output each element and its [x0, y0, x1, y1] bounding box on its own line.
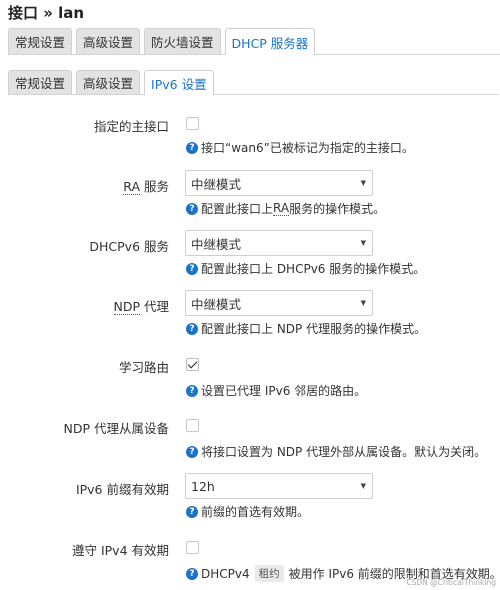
question-circle-icon: ?	[186, 141, 198, 154]
ndp-abbr: NDP	[113, 299, 141, 315]
top-tab-bar: 常规设置 高级设置 防火墙设置 DHCP 服务器	[8, 28, 500, 55]
designated-master-help: ? 接口“wan6”已被标记为指定的主接口。	[186, 139, 414, 156]
question-circle-icon: ?	[186, 202, 198, 215]
ndp-proxy-value: 中继模式	[191, 296, 242, 312]
lease-tag: 租约	[254, 565, 284, 582]
question-circle-icon: ?	[186, 505, 198, 518]
question-circle-icon: ?	[186, 445, 198, 458]
designated-master-label: 指定的主接口	[93, 119, 169, 134]
dhcpv6-service-help-text: 配置此接口上 DHCPv6 服务的操作模式。	[201, 262, 426, 276]
follow-ipv4-lifetime-label: 遵守 IPv4 有效期	[71, 543, 169, 558]
ndp-proxy-select[interactable]: 中继模式 ▼	[185, 290, 373, 316]
ipv6-prefix-lifetime-help-text: 前缀的首选有效期。	[201, 505, 310, 519]
ra-service-value: 中继模式	[191, 176, 242, 192]
watermark: CSDN @CriticalThinking	[406, 578, 496, 587]
dhcpv6-service-label: DHCPv6 服务	[89, 239, 169, 254]
dhcpv6-service-help: ? 配置此接口上 DHCPv6 服务的操作模式。	[186, 260, 425, 277]
ipv6-prefix-lifetime-value: 12h	[191, 478, 215, 494]
ndp-slave-help: ? 将接口设置为 NDP 代理外部从属设备。默认为关闭。	[186, 443, 486, 460]
subtab-ipv6[interactable]: IPv6 设置	[144, 70, 214, 95]
tab-general[interactable]: 常规设置	[8, 28, 73, 54]
ndp-slave-help-text: 将接口设置为 NDP 代理外部从属设备。默认为关闭。	[201, 445, 487, 459]
question-circle-icon: ?	[186, 384, 198, 397]
follow-ipv4-lifetime-checkbox[interactable]	[186, 541, 199, 554]
follow-ipv4-lifetime-help-pre: DHCPv4	[201, 566, 250, 581]
designated-master-help-text: 接口“wan6”已被标记为指定的主接口。	[201, 141, 414, 155]
learn-routes-help-text: 设置已代理 IPv6 邻居的路由。	[201, 384, 367, 398]
learn-routes-label: 学习路由	[118, 360, 169, 375]
dhcpv6-service-select[interactable]: 中继模式 ▼	[185, 230, 373, 256]
caret-down-icon: ▼	[360, 299, 366, 307]
tab-advanced[interactable]: 高级设置	[76, 28, 141, 54]
ipv6-prefix-lifetime-help: ? 前缀的首选有效期。	[186, 503, 309, 520]
tab-firewall[interactable]: 防火墙设置	[144, 28, 221, 54]
ra-service-help-post: 服务的操作模式。	[289, 202, 386, 216]
ra-help-abbr: RA	[273, 201, 290, 216]
caret-down-icon: ▼	[360, 482, 366, 490]
sub-tab-bar: 常规设置 高级设置 IPv6 设置	[8, 70, 499, 95]
ra-abbr: RA	[123, 179, 141, 195]
learn-routes-checkbox[interactable]	[186, 358, 199, 371]
caret-down-icon: ▼	[360, 239, 366, 247]
ra-service-label-text: 服务	[140, 179, 169, 194]
ndp-proxy-help: ? 配置此接口上 NDP 代理服务的操作模式。	[186, 320, 426, 337]
ra-service-label: RA 服务	[123, 176, 169, 195]
ipv6-prefix-lifetime-select[interactable]: 12h ▼	[185, 473, 373, 499]
subtab-advanced[interactable]: 高级设置	[76, 70, 141, 94]
question-circle-icon: ?	[186, 262, 198, 275]
ipv6-prefix-lifetime-label: IPv6 前缀有效期	[75, 482, 169, 497]
ndp-slave-checkbox[interactable]	[186, 419, 199, 432]
designated-master-checkbox[interactable]	[186, 117, 199, 130]
caret-down-icon: ▼	[360, 179, 366, 187]
question-circle-icon: ?	[186, 322, 198, 335]
ra-service-help: ? 配置此接口上 RA 服务的操作模式。	[186, 200, 385, 217]
ra-service-select[interactable]: 中继模式 ▼	[185, 170, 373, 196]
ndp-proxy-label: NDP 代理	[113, 296, 169, 315]
learn-routes-help: ? 设置已代理 IPv6 邻居的路由。	[186, 382, 366, 399]
subtab-general[interactable]: 常规设置	[8, 70, 73, 94]
ndp-slave-label: NDP 代理从属设备	[63, 421, 170, 436]
ndp-proxy-label-text: 代理	[140, 299, 169, 314]
page-title: 接口 » lan	[8, 4, 85, 22]
question-circle-icon: ?	[186, 567, 198, 580]
dhcpv6-service-value: 中继模式	[191, 236, 242, 252]
ndp-proxy-help-text: 配置此接口上 NDP 代理服务的操作模式。	[201, 322, 427, 336]
tab-dhcp-server[interactable]: DHCP 服务器	[224, 28, 316, 55]
ra-service-help-pre: 配置此接口上	[201, 202, 274, 216]
